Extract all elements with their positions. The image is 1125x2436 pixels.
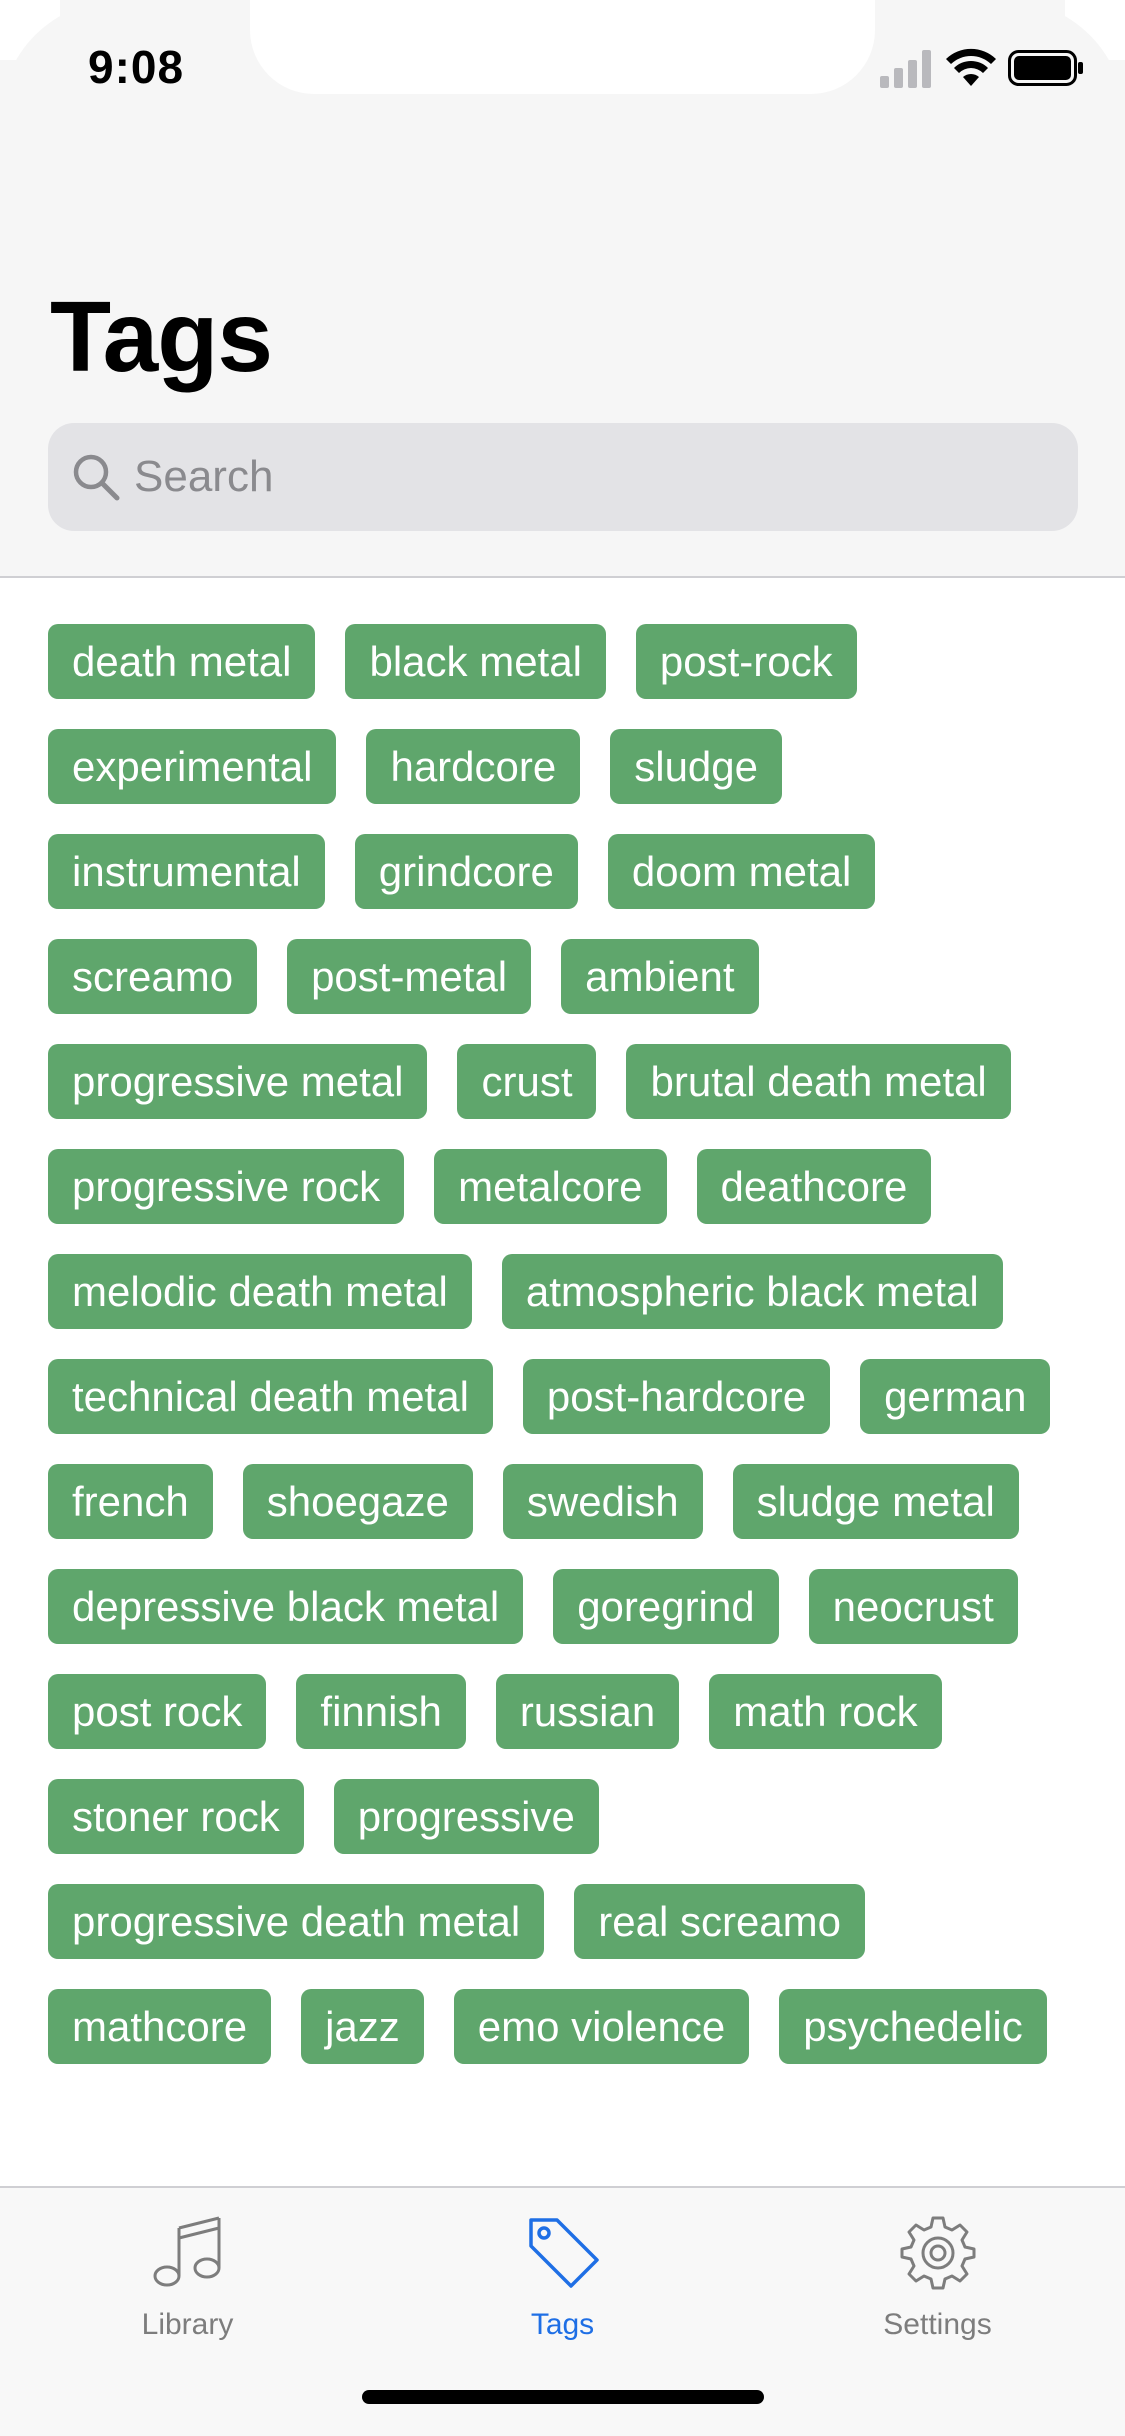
tag-chip[interactable]: psychedelic [779, 1989, 1047, 2064]
cellular-signal-icon [880, 50, 931, 88]
tag-chip[interactable]: progressive [333, 1779, 599, 1854]
tag-chip[interactable]: mathcore [48, 1989, 272, 2064]
tab-library[interactable]: Library [0, 2188, 375, 2368]
tag-chip[interactable]: real screamo [574, 1884, 866, 1959]
tag-chip[interactable]: depressive black metal [48, 1569, 524, 1644]
search-bar[interactable] [48, 423, 1078, 531]
tag-chip[interactable]: deathcore [696, 1149, 932, 1224]
tag-chip[interactable]: metalcore [434, 1149, 667, 1224]
tag-chip[interactable]: black metal [345, 624, 606, 699]
tag-chip[interactable]: technical death metal [48, 1359, 493, 1434]
tag-chip[interactable]: melodic death metal [48, 1254, 472, 1329]
tag-chip[interactable]: post-hardcore [522, 1359, 831, 1434]
tab-settings-label: Settings [883, 2308, 992, 2341]
screen-corner-left [0, 0, 120, 120]
device-notch [250, 0, 875, 94]
tag-icon [529, 2218, 599, 2288]
tag-chip[interactable]: experimental [48, 729, 337, 804]
tag-chip[interactable]: grindcore [354, 834, 578, 909]
tag-chip[interactable]: ambient [561, 939, 759, 1014]
tag-chip[interactable]: goregrind [553, 1569, 779, 1644]
tag-list: death metal black metal post-rock experimen… [48, 624, 1088, 2184]
tag-chip[interactable]: french [48, 1464, 213, 1539]
battery-icon [1008, 50, 1083, 86]
tab-tags-label: Tags [530, 2308, 595, 2341]
tag-chip[interactable]: brutal death metal [626, 1044, 1011, 1119]
music-note-icon [153, 2216, 221, 2287]
tag-chip[interactable]: finnish [296, 1674, 466, 1749]
gear-icon [900, 2216, 976, 2290]
tag-chip[interactable]: german [860, 1359, 1051, 1434]
tag-chip[interactable]: progressive rock [48, 1149, 405, 1224]
tag-chip[interactable]: math rock [709, 1674, 942, 1749]
status-time: 9:08 [88, 41, 185, 93]
tag-chip[interactable]: swedish [502, 1464, 703, 1539]
tag-chip[interactable]: post-rock [635, 624, 857, 699]
search-icon [73, 454, 120, 501]
tag-chip[interactable]: crust [457, 1044, 597, 1119]
home-indicator [362, 2390, 764, 2404]
tag-chip[interactable]: neocrust [808, 1569, 1018, 1644]
tag-chip[interactable]: shoegaze [242, 1464, 473, 1539]
tag-chip[interactable]: screamo [48, 939, 258, 1014]
search-input[interactable] [134, 423, 1054, 531]
tag-chip[interactable]: stoner rock [48, 1779, 304, 1854]
tags-screen: 9:08 Tags death metalblack metalpost [0, 0, 1125, 2436]
tag-chip[interactable]: post-metal [287, 939, 532, 1014]
tag-chip[interactable]: sludge [610, 729, 782, 804]
wifi-icon [946, 48, 996, 86]
tag-chip[interactable]: progressive death metal [48, 1884, 545, 1959]
header: 9:08 Tags [0, 0, 1125, 578]
tag-chip[interactable]: progressive metal [48, 1044, 428, 1119]
tag-chip[interactable]: russian [495, 1674, 680, 1749]
tab-settings[interactable]: Settings [750, 2188, 1125, 2368]
tag-chip[interactable]: jazz [301, 1989, 424, 2064]
tag-chip[interactable]: post rock [48, 1674, 267, 1749]
tag-chip[interactable]: hardcore [366, 729, 581, 804]
page-title: Tags [50, 281, 273, 393]
tab-library-label: Library [141, 2308, 234, 2341]
tag-chip[interactable]: atmospheric black metal [501, 1254, 1003, 1329]
tag-chip[interactable]: instrumental [48, 834, 325, 909]
tag-chip[interactable]: death metal [48, 624, 316, 699]
tab-tags[interactable]: Tags [375, 2188, 750, 2368]
tag-chip[interactable]: sludge metal [732, 1464, 1019, 1539]
tag-chip[interactable]: emo violence [453, 1989, 750, 2064]
tag-chip[interactable]: doom metal [607, 834, 876, 909]
